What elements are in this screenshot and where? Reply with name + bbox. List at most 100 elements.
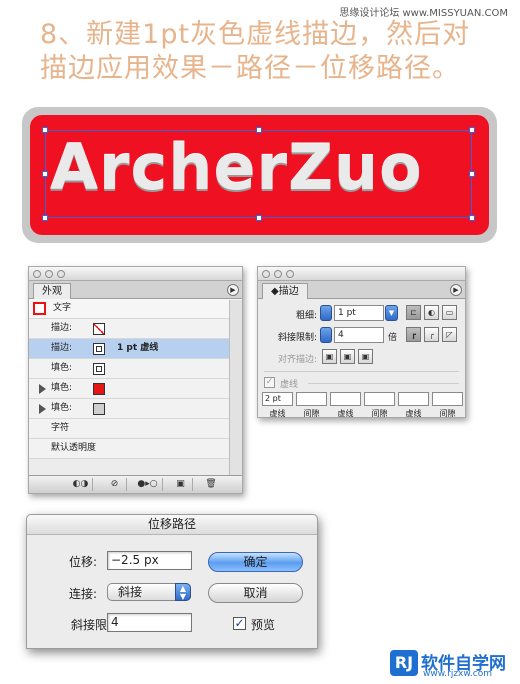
reduce-icon[interactable]: ●▸○ bbox=[133, 478, 163, 491]
close-icon[interactable] bbox=[33, 270, 41, 278]
object-row[interactable]: 文字 bbox=[29, 299, 242, 319]
divider-line bbox=[308, 383, 459, 384]
site-logo: RJ 软件自学网 www.rjzxw.com bbox=[390, 650, 514, 680]
offset-input[interactable]: −2.5 px bbox=[107, 551, 192, 570]
join-select[interactable]: 斜接 ▲ ▼ bbox=[107, 583, 191, 601]
appearance-panel: 外观 ▶ 文字 描边: 描边: 1 pt 虚线 填色: 填色: 填色: 字符 默… bbox=[28, 266, 243, 494]
watermark-top: 思缘设计论坛 www.MISSYUAN.COM bbox=[339, 8, 508, 19]
selection-handle[interactable] bbox=[469, 215, 475, 221]
gap-1-input[interactable] bbox=[296, 392, 327, 406]
miter-label: 斜接限制: bbox=[277, 333, 317, 343]
tab-appearance[interactable]: 外观 bbox=[33, 283, 71, 299]
dash-2-input[interactable] bbox=[330, 392, 361, 406]
row-label: 默认透明度 bbox=[51, 443, 97, 453]
round-cap-icon[interactable]: ◐ bbox=[424, 305, 439, 320]
close-icon[interactable] bbox=[262, 270, 270, 278]
red-fill-swatch-icon[interactable] bbox=[93, 383, 105, 395]
align-center-icon[interactable]: ▣ bbox=[322, 349, 337, 364]
offset-path-dialog: 位移路径 位移: −2.5 px 确定 连接: 斜接 ▲ ▼ 取消 斜接限制: 4… bbox=[26, 514, 318, 649]
align-inside-icon[interactable]: ▣ bbox=[340, 349, 355, 364]
minimize-icon[interactable] bbox=[274, 270, 282, 278]
stroke-panel: ◆描边 ▶ 粗细: 1 pt ▼ ⊏ ◐ ▭ 斜接限制: 4 倍 ┏ ╭ ◸ 对… bbox=[257, 266, 466, 418]
selection-handle[interactable] bbox=[42, 171, 48, 177]
logo-badge: RJ bbox=[390, 650, 418, 676]
row-label: 描边: bbox=[51, 343, 73, 353]
align-row: 对齐描边: ▣ ▣ ▣ bbox=[258, 347, 465, 369]
dashed-label: 虚线 bbox=[280, 380, 299, 390]
weight-input[interactable]: 1 pt bbox=[334, 305, 384, 321]
row-label: 字符 bbox=[51, 423, 70, 433]
appearance-row-fill-grey[interactable]: 填色: bbox=[29, 399, 242, 419]
gap-2-label: 间隙 bbox=[371, 409, 388, 418]
bevel-join-icon[interactable]: ◸ bbox=[442, 327, 457, 342]
miter-input[interactable]: 4 bbox=[334, 327, 384, 343]
miter-stepper[interactable] bbox=[320, 327, 332, 343]
fill-swatch-icon[interactable] bbox=[93, 363, 105, 375]
round-join-icon[interactable]: ╭ bbox=[424, 327, 439, 342]
miter-unit: 倍 bbox=[388, 333, 398, 343]
projecting-cap-icon[interactable]: ▭ bbox=[442, 305, 457, 320]
expand-triangle-icon[interactable] bbox=[39, 384, 46, 394]
panel-menu-icon[interactable]: ▶ bbox=[450, 284, 462, 296]
weight-dropdown-button[interactable]: ▼ bbox=[385, 305, 398, 321]
selection-handle[interactable] bbox=[42, 127, 48, 133]
join-select-value: 斜接 bbox=[118, 585, 143, 599]
appearance-row-fill-white[interactable]: 填色: bbox=[29, 359, 242, 379]
no-stroke-swatch-icon[interactable] bbox=[93, 323, 105, 335]
scrollbar[interactable] bbox=[229, 300, 242, 475]
divider bbox=[264, 371, 459, 372]
clear-icon[interactable]: ⊘ bbox=[103, 478, 127, 491]
page-heading: 8、新建1pt灰色虚线描边，然后对 描边应用效果－路径－位移路径。 bbox=[40, 18, 470, 86]
text-object-icon bbox=[33, 302, 46, 315]
ok-button[interactable]: 确定 bbox=[208, 552, 303, 572]
tab-arrows-icon: ◆ bbox=[271, 286, 279, 297]
selection-handle[interactable] bbox=[42, 215, 48, 221]
minimize-icon[interactable] bbox=[45, 270, 53, 278]
delete-icon[interactable]: 🗑 bbox=[199, 478, 223, 491]
appearance-titlebar bbox=[29, 267, 242, 281]
gap-3-input[interactable] bbox=[432, 392, 463, 406]
selection-handle[interactable] bbox=[469, 171, 475, 177]
zoom-icon[interactable] bbox=[57, 270, 65, 278]
panel-menu-icon[interactable]: ▶ bbox=[227, 284, 239, 296]
dash-1-input[interactable]: 2 pt bbox=[262, 392, 293, 406]
align-label: 对齐描边: bbox=[277, 355, 317, 365]
miter-join-icon[interactable]: ┏ bbox=[406, 327, 421, 342]
join-label: 连接: bbox=[68, 587, 97, 601]
appearance-row-stroke-dashed[interactable]: 描边: 1 pt 虚线 bbox=[29, 339, 242, 359]
preview-checkbox[interactable]: ✓ bbox=[233, 617, 246, 630]
selection-handle[interactable] bbox=[256, 127, 262, 133]
appearance-row-fill-red[interactable]: 填色: bbox=[29, 379, 242, 399]
banner-frame: ArcherZuo bbox=[22, 107, 497, 243]
dash-gap-fields: 2 pt 虚线 间隙 虚线 间隙 虚线 间隙 bbox=[262, 392, 465, 422]
appearance-bottom-toolbar: ◐◑ ⊘ ●▸○ ▣ 🗑 bbox=[29, 475, 242, 493]
new-art-icon[interactable]: ◐◑ bbox=[69, 478, 93, 491]
appearance-row-characters[interactable]: 字符 bbox=[29, 419, 242, 439]
grey-fill-swatch-icon[interactable] bbox=[93, 403, 105, 415]
expand-triangle-icon[interactable] bbox=[39, 404, 46, 414]
gap-2-input[interactable] bbox=[364, 392, 395, 406]
appearance-row-opacity[interactable]: 默认透明度 bbox=[29, 439, 242, 459]
selection-handle[interactable] bbox=[469, 127, 475, 133]
cancel-button[interactable]: 取消 bbox=[208, 583, 303, 603]
dashed-checkbox[interactable]: ✓ bbox=[264, 377, 275, 388]
selection-bounding-box[interactable] bbox=[42, 127, 475, 221]
duplicate-icon[interactable]: ▣ bbox=[169, 478, 193, 491]
logo-url: www.rjzxw.com bbox=[423, 669, 492, 679]
selection-handle[interactable] bbox=[256, 215, 262, 221]
align-outside-icon[interactable]: ▣ bbox=[358, 349, 373, 364]
miter-limit-input[interactable]: 4 bbox=[107, 613, 192, 632]
tab-stroke[interactable]: ◆描边 bbox=[262, 283, 308, 299]
row-label: 填色: bbox=[51, 403, 73, 413]
stroke-swatch-icon[interactable] bbox=[93, 343, 105, 355]
dash-3-label: 虚线 bbox=[405, 409, 422, 418]
heading-line-2: 描边应用效果－路径－位移路径。 bbox=[40, 53, 460, 84]
butt-cap-icon[interactable]: ⊏ bbox=[406, 305, 421, 320]
zoom-icon[interactable] bbox=[286, 270, 294, 278]
weight-stepper[interactable] bbox=[320, 305, 332, 321]
dash-3-input[interactable] bbox=[398, 392, 429, 406]
row-label: 填色: bbox=[51, 363, 73, 373]
appearance-row-stroke-none[interactable]: 描边: bbox=[29, 319, 242, 339]
gap-3-label: 间隙 bbox=[439, 409, 456, 418]
chevron-updown-icon[interactable]: ▲ ▼ bbox=[175, 583, 191, 601]
